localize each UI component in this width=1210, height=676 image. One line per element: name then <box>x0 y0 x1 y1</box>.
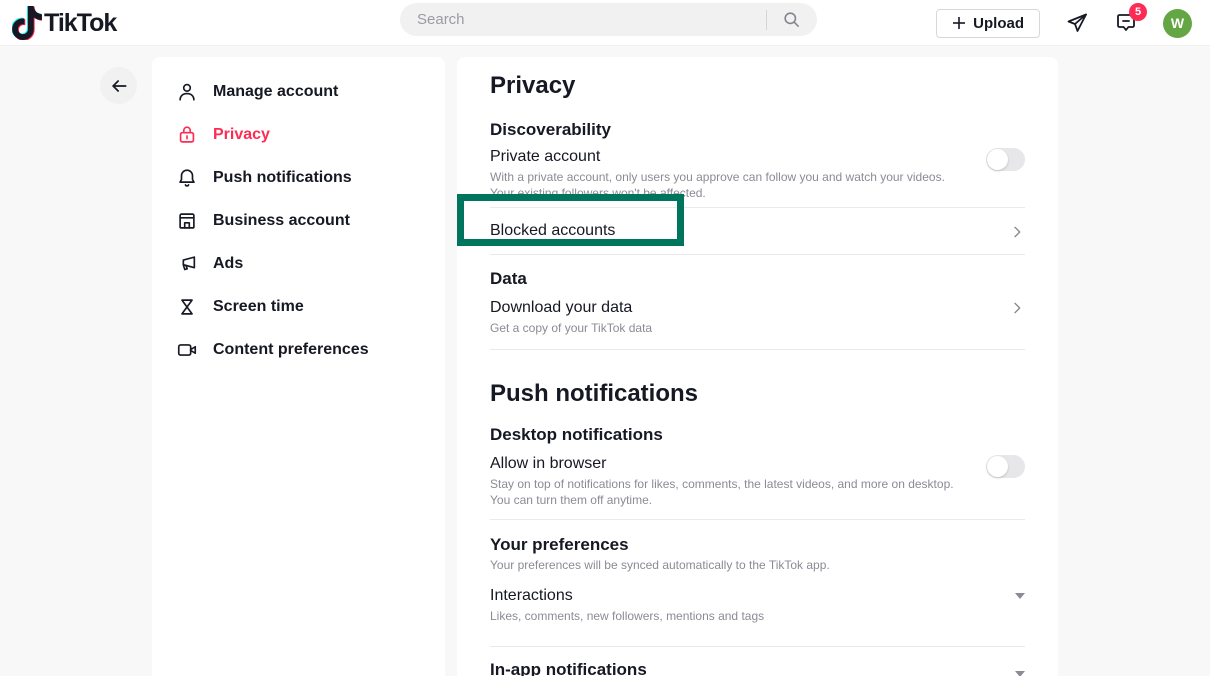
search-bar <box>400 3 817 36</box>
interactions-description: Likes, comments, new followers, mentions… <box>490 608 764 624</box>
private-account-row: Private account With a private account, … <box>490 147 1025 201</box>
allow-in-browser-description: Stay on top of notifications for likes, … <box>490 476 960 508</box>
search-icon <box>782 10 801 29</box>
allow-in-browser-label: Allow in browser <box>490 454 960 474</box>
topbar-actions: Upload 5 W <box>936 0 1192 46</box>
push-notifications-title: Push notifications <box>490 380 1025 408</box>
privacy-title: Privacy <box>490 72 1025 100</box>
private-account-text: Private account With a private account, … <box>490 147 960 201</box>
chevron-right-icon <box>1009 300 1025 316</box>
back-arrow-icon <box>109 76 129 96</box>
interactions-row[interactable]: Interactions Likes, comments, new follow… <box>490 586 1025 624</box>
storefront-icon <box>175 209 199 233</box>
private-account-description: With a private account, only users you a… <box>490 169 960 201</box>
your-preferences-heading: Your preferences <box>490 535 1025 555</box>
chevron-right-icon <box>1009 224 1025 240</box>
tiktok-logo[interactable]: TikTok <box>12 5 116 41</box>
interactions-text: Interactions Likes, comments, new follow… <box>490 586 764 624</box>
inbox-icon[interactable]: 5 <box>1114 11 1138 35</box>
avatar[interactable]: W <box>1163 9 1192 38</box>
toggle-knob <box>987 149 1008 170</box>
notification-badge: 5 <box>1129 3 1147 21</box>
search-input[interactable] <box>417 11 766 28</box>
sidebar-item-ads[interactable]: Ads <box>152 242 445 285</box>
sidebar-item-label: Privacy <box>213 126 270 144</box>
desktop-notifications-heading: Desktop notifications <box>490 425 1025 445</box>
back-button[interactable] <box>100 67 137 104</box>
sidebar-item-label: Screen time <box>213 298 304 316</box>
your-preferences-section: Your preferences Your preferences will b… <box>490 535 1025 573</box>
plus-icon <box>952 16 966 30</box>
interactions-label: Interactions <box>490 586 764 606</box>
download-data-row[interactable]: Download your data Get a copy of your Ti… <box>490 298 1025 349</box>
sidebar-item-label: Business account <box>213 212 350 230</box>
sidebar-item-manage-account[interactable]: Manage account <box>152 70 445 113</box>
download-data-label: Download your data <box>490 298 652 318</box>
caret-down-icon[interactable] <box>1015 671 1025 676</box>
data-heading: Data <box>490 269 1025 289</box>
private-account-label: Private account <box>490 147 960 167</box>
upload-label: Upload <box>973 15 1024 32</box>
sidebar-item-label: Manage account <box>213 83 338 101</box>
in-app-notifications-heading: In-app notifications <box>490 660 647 676</box>
sidebar-item-content-preferences[interactable]: Content preferences <box>152 328 445 371</box>
settings-sidebar: Manage account Privacy Push notification… <box>152 57 445 676</box>
sidebar-item-label: Ads <box>213 255 243 273</box>
search-button[interactable] <box>767 4 816 35</box>
allow-in-browser-row: Allow in browser Stay on top of notifica… <box>490 454 1025 508</box>
blocked-accounts-row[interactable]: Blocked accounts <box>490 208 1025 254</box>
toggle-knob <box>987 456 1008 477</box>
allow-in-browser-toggle[interactable] <box>986 455 1025 478</box>
bell-icon <box>175 166 199 190</box>
your-preferences-description: Your preferences will be synced automati… <box>490 557 960 573</box>
blocked-accounts-label: Blocked accounts <box>490 221 615 241</box>
megaphone-icon <box>175 252 199 276</box>
tiktok-wordmark: TikTok <box>44 9 116 38</box>
download-data-text: Download your data Get a copy of your Ti… <box>490 298 652 336</box>
divider <box>490 254 1025 255</box>
discoverability-heading: Discoverability <box>490 120 1025 140</box>
divider <box>490 519 1025 520</box>
tiktok-note-icon <box>12 6 42 40</box>
private-account-toggle[interactable] <box>986 148 1025 171</box>
upload-button[interactable]: Upload <box>936 9 1040 38</box>
sidebar-item-screen-time[interactable]: Screen time <box>152 285 445 328</box>
topbar: TikTok Upload <box>0 0 1210 46</box>
allow-in-browser-text: Allow in browser Stay on top of notifica… <box>490 454 960 508</box>
sidebar-item-push-notifications[interactable]: Push notifications <box>152 156 445 199</box>
divider <box>490 349 1025 350</box>
in-app-notifications-row[interactable]: In-app notifications <box>490 647 1025 676</box>
sidebar-item-business-account[interactable]: Business account <box>152 199 445 242</box>
sidebar-item-label: Push notifications <box>213 169 352 187</box>
video-camera-icon <box>175 338 199 362</box>
sidebar-item-privacy[interactable]: Privacy <box>152 113 445 156</box>
settings-panel: Privacy Discoverability Private account … <box>457 57 1058 676</box>
caret-down-icon[interactable] <box>1015 593 1025 599</box>
person-icon <box>175 80 199 104</box>
messages-icon[interactable] <box>1065 11 1089 35</box>
download-data-description: Get a copy of your TikTok data <box>490 320 652 336</box>
sidebar-item-label: Content preferences <box>213 341 369 359</box>
lock-icon <box>175 123 199 147</box>
hourglass-icon <box>175 295 199 319</box>
